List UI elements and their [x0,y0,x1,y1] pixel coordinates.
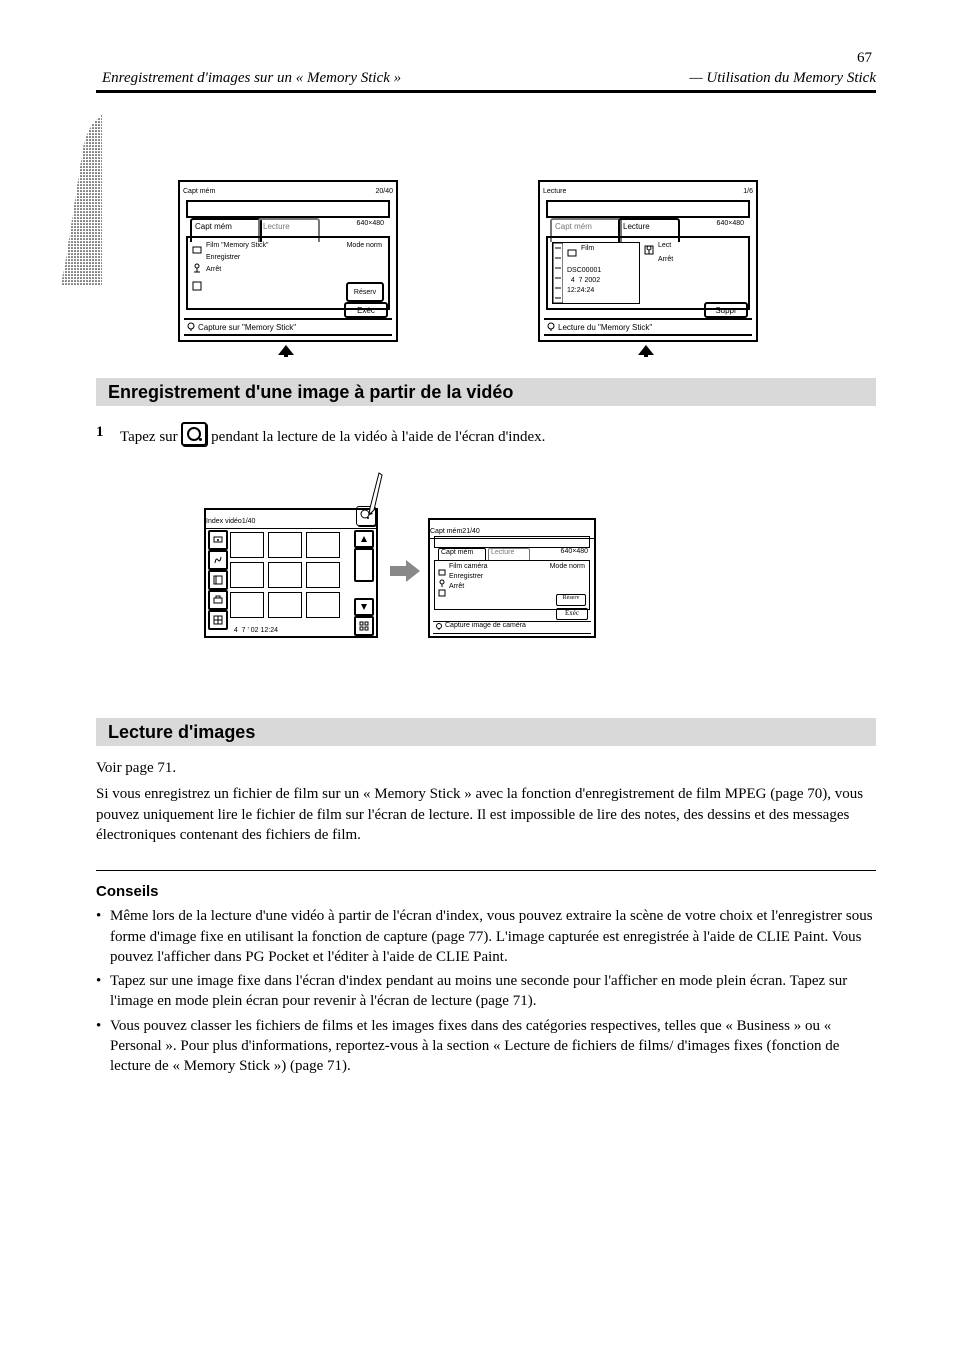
res-main: Film caméra Enregistrer Arrêt Mode norm … [434,560,590,610]
bulb-icon [186,322,196,332]
btn-reserve[interactable]: Réserv [346,282,384,302]
lcd2-hint-strip: Lecture du "Memory Stick" [544,318,752,336]
caption-left [178,345,394,361]
res-row-rec: Enregistrer [449,573,483,580]
lcd-main-panel: 640×480 Film "Memory Stick" Enregistrer … [186,236,390,310]
idx-title: Index vidéo [206,518,242,525]
up-arrow-icon [276,345,296,357]
thumb-8[interactable] [268,592,302,618]
grid-toggle-icon[interactable] [354,616,374,636]
lcd-search-bar [186,200,390,218]
thumb-7[interactable] [230,592,264,618]
scroll-down[interactable] [354,598,374,616]
lcd-capacity: 20/40 [375,188,393,195]
capture-result-screen: Capt mém21/40 Capt mém Lecture 640×480 F… [428,518,596,638]
running-header-right: — Utilisation du Memory Stick [689,70,876,87]
thumb-4[interactable] [230,562,264,588]
idx-counter: 1/40 [242,518,256,525]
capture-button-icon [181,422,207,446]
film-icon [192,242,202,260]
tip-2: •Tapez sur une image fixe dans l'écran d… [96,971,876,1012]
running-header-left: Enregistrement d'images sur un « Memory … [102,70,401,87]
stop-label2: Arrêt [658,256,673,263]
row-rec-label: Enregistrer [206,254,240,261]
lcd2-search-bar [546,200,750,218]
step-text-before: Tapez sur [120,429,178,445]
side-btn-3[interactable] [208,570,228,590]
thumb-9[interactable] [306,592,340,618]
section-heading-record: Enregistrement d'une image à partir de l… [96,378,876,406]
filmstrip-left-icon [553,243,563,303]
res-title: Capt mém [430,528,462,535]
res-topbar [434,536,590,548]
tips-heading: Conseils [96,882,876,902]
row-film-label: Film "Memory Stick" [206,242,269,249]
lcd-playback-screen: Lecture1/6 Capt mém Lecture 640×480 Film… [538,180,758,342]
mic-icon [192,260,202,278]
film-label: Film [581,245,594,252]
caption-right [538,345,754,361]
res-reserve-btn[interactable]: Réserv [556,594,586,606]
play-body-2: Si vous enregistrez un fichier de film s… [96,784,876,845]
thumb-5[interactable] [268,562,302,588]
bulb-icon3 [435,623,443,631]
lcd-capture-screen: Capt mém20/40 Capt mém Lecture 640×480 F… [178,180,398,342]
mode-label: Mode norm [347,242,382,249]
side-btn-5[interactable] [208,610,228,630]
lcd2-title: Lecture [543,188,566,195]
index-video-screen: Index vidéo1/40 4 7 ' 02 12:24 [204,508,378,638]
thumb-2[interactable] [268,532,302,558]
res-row-film: Film caméra [449,563,488,570]
side-btn-1[interactable] [208,530,228,550]
stop-icon [192,278,202,296]
stop-icon3 [438,584,446,602]
lcd2-hint-text: Lecture du "Memory Stick" [558,323,652,332]
play-label: Lect [658,242,671,249]
tip-1: •Même lors de la lecture d'une vidéo à p… [96,906,876,967]
film-icon2 [567,245,577,255]
res-resolution: 640×480 [561,548,588,555]
scroll-up[interactable] [354,530,374,548]
film-preview-cell: Film DSC00001 4 7 2002 12:24:24 [552,242,640,304]
file-date: 4 7 2002 [567,277,600,284]
step-1: 1 Tapez sur pendant la lecture de la vid… [96,422,876,447]
lcd2-main-panel: 640×480 Film DSC00001 4 7 2002 12:24:24 … [546,236,750,310]
btn-delete[interactable]: Suppr [704,302,748,318]
file-time: 12:24:24 [567,287,594,294]
thumb-1[interactable] [230,532,264,558]
stop-icon2 [644,242,654,260]
header-rule [96,90,876,93]
scroll-track[interactable] [354,548,374,582]
stylus-icon [364,470,384,525]
thumb-6[interactable] [306,562,340,588]
section-heading-play: Lecture d'images [96,718,876,746]
res-mode: Mode norm [550,563,585,570]
lcd-hint-text: Capture sur "Memory Stick" [198,323,296,332]
res-hint: Capture image de caméra [433,621,591,634]
up-arrow-icon2 [636,345,656,357]
row-stop-label: Arrêt [206,266,221,273]
side-tab-graphic [62,115,102,275]
res-exec-btn[interactable]: Exéc [556,608,588,620]
step-text-after: pendant la lecture de la vidéo à l'aide … [211,429,545,445]
side-btn-2[interactable] [208,550,228,570]
lcd-resolution: 640×480 [357,220,384,227]
idx-timestamp: 4 7 ' 02 12:24 [230,627,278,634]
btn-exec[interactable]: Exéc [344,302,388,318]
transition-arrow-icon [390,560,420,587]
lcd2-resolution: 640×480 [717,220,744,227]
res-counter: 21/40 [462,528,480,535]
lcd-hint-strip: Capture sur "Memory Stick" [184,318,392,336]
tip-3: •Vous pouvez classer les fichiers de fil… [96,1016,876,1077]
lcd2-counter: 1/6 [743,188,753,195]
thumb-3[interactable] [306,532,340,558]
file-name: DSC00001 [567,267,601,274]
divider-rule [96,870,876,871]
lcd-title: Capt mém [183,188,215,195]
res-row-stop: Arrêt [449,583,464,590]
play-body-1: Voir page 71. [96,758,876,778]
bulb-icon2 [546,322,556,332]
play-controls: Lect Arrêt [644,242,744,302]
side-btn-4[interactable] [208,590,228,610]
